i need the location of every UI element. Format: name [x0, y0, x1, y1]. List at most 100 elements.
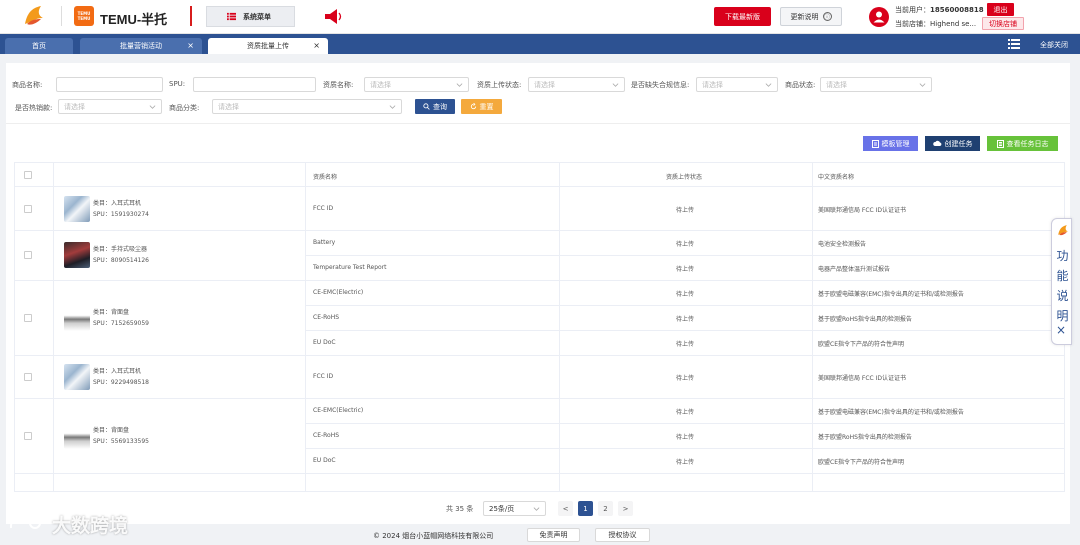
refresh-icon	[470, 103, 476, 110]
user-icon	[873, 11, 885, 23]
file-list-icon	[996, 139, 1004, 148]
product-category: 类目：入耳式耳机	[93, 367, 142, 375]
select-all-checkbox[interactable]	[24, 171, 32, 179]
header-qual-status: 资质上传状态	[666, 174, 703, 181]
qual-status-cell: 待上传	[676, 491, 694, 492]
speaker-icon[interactable]	[323, 8, 343, 25]
download-latest-button[interactable]: 下载最新版	[714, 7, 771, 26]
close-all-tabs-button[interactable]: 全部关闭	[1028, 38, 1080, 51]
update-notes-button[interactable]: 更新说明 ⓘ	[780, 7, 842, 26]
license-button[interactable]: 授权协议	[595, 528, 650, 542]
product-name-input[interactable]	[56, 77, 163, 92]
qual-cn-name-cell: 欧盟CE指令下产品的符合性声明	[818, 340, 904, 348]
cloud-upload-icon	[932, 140, 941, 146]
close-icon[interactable]: ×	[313, 41, 320, 50]
search-button[interactable]: 查询	[415, 99, 455, 114]
product-status-label: 商品状态:	[785, 81, 816, 89]
product-spu: SPU：7152659059	[93, 319, 149, 327]
qual-name-cell: CE-EMC(Electric)	[313, 491, 363, 492]
qual-name-cell: CE-RoHS	[313, 313, 340, 321]
qual-status-select[interactable]: 请选择	[528, 77, 625, 92]
product-info: 类目：背面盘 SPU：7152659059	[93, 307, 149, 329]
tab-list-icon[interactable]	[1008, 38, 1020, 50]
menu-icon	[227, 12, 236, 21]
next-page-button[interactable]: >	[618, 501, 633, 516]
product-thumbnail	[64, 363, 90, 390]
table-header: 资质名称 资质上传状态 中文资质名称	[15, 163, 1064, 187]
chevron-down-icon	[919, 83, 926, 87]
close-icon[interactable]: ×	[1056, 323, 1066, 337]
tab-qualification-upload[interactable]: 资质批量上传 ×	[208, 38, 328, 54]
qual-name-cell: EU DoC	[313, 456, 336, 464]
product-category: 类目：入耳式耳机	[93, 199, 142, 207]
header-qual-cn-name: 中文资质名称	[818, 174, 855, 181]
qual-status-cell: 待上传	[676, 340, 695, 348]
header-divider	[61, 6, 62, 26]
group-divider	[15, 280, 1064, 281]
row-checkbox[interactable]	[24, 372, 32, 381]
column-divider	[812, 163, 813, 491]
pagination-total: 共 35 条	[446, 505, 474, 513]
create-task-button[interactable]: 创建任务	[925, 136, 980, 151]
row-checkbox[interactable]	[24, 204, 32, 213]
qual-name-cell: EU DoC	[313, 338, 336, 346]
row-checkbox[interactable]	[24, 251, 32, 259]
chevron-down-icon	[765, 83, 772, 87]
qual-status-cell: 待上传	[676, 458, 695, 466]
row-divider	[305, 305, 1064, 306]
qual-status-cell: 待上传	[676, 433, 695, 441]
feature-help-panel[interactable]: 功 能 说 明 ×	[1051, 218, 1072, 345]
missing-info-select[interactable]: 请选择	[696, 77, 778, 92]
current-store: 当前店铺：Highend se...	[895, 20, 977, 28]
page-2-button[interactable]: 2	[598, 501, 613, 516]
product-info: 类目：背面盘 SPU：5569133595	[93, 425, 149, 447]
group-divider	[15, 355, 1064, 356]
qual-cn-name-cell: 电池安全检测报告	[818, 240, 867, 248]
product-thumbnail	[64, 195, 90, 222]
reset-button[interactable]: 重置	[461, 99, 502, 114]
qual-cn-name-cell: 美国联邦通信局 FCC ID认证证书	[818, 374, 907, 382]
view-task-log-button[interactable]: 查看任务日志	[987, 136, 1058, 151]
product-category: 类目：手持式吸尘器	[93, 246, 148, 253]
avatar[interactable]	[869, 7, 889, 27]
switch-store-button[interactable]: 切换店铺	[982, 17, 1024, 30]
tab-batch-marketing[interactable]: 批量营销活动 ×	[80, 38, 202, 54]
system-menu-button[interactable]: 系统菜单	[206, 6, 295, 27]
close-icon[interactable]: ×	[187, 41, 194, 50]
template-manage-button[interactable]: 模板管理	[863, 136, 918, 151]
row-divider	[305, 423, 1064, 424]
prev-page-button[interactable]: <	[558, 501, 573, 516]
page-1-button[interactable]: 1	[578, 501, 593, 516]
row-divider	[305, 330, 1064, 331]
hot-select[interactable]: 请选择	[58, 99, 162, 114]
brand-title: TEMU-半托	[100, 12, 168, 27]
document-icon	[871, 139, 879, 148]
qual-name-cell: FCC ID	[313, 204, 334, 212]
qual-name-select[interactable]: 请选择	[364, 77, 469, 92]
column-divider	[559, 163, 560, 491]
row-checkbox[interactable]	[24, 431, 32, 440]
chevron-down-icon	[389, 105, 396, 109]
qual-name-cell: Temperature Test Report	[313, 263, 387, 271]
page-size-select[interactable]: 25条/页	[483, 501, 546, 516]
qual-name-cell: CE-RoHS	[313, 431, 340, 439]
qual-status-cell: 待上传	[676, 408, 695, 416]
help-logo-icon	[1058, 225, 1068, 236]
product-status-select[interactable]: 请选择	[820, 77, 932, 92]
update-notes-label: 更新说明	[790, 12, 819, 21]
app-header: TEMU TEMU TEMU-半托 系统菜单 下载最新版 更新说明 ⓘ 当前用户…	[0, 0, 1080, 34]
spu-input[interactable]	[193, 77, 316, 92]
row-checkbox[interactable]	[24, 490, 32, 491]
qual-status-cell: 待上传	[676, 265, 695, 273]
row-checkbox[interactable]	[24, 313, 32, 322]
qual-name-cell: FCC ID	[313, 372, 334, 380]
category-select[interactable]: 请选择	[212, 99, 402, 114]
row-divider	[305, 255, 1064, 256]
tab-home[interactable]: 首页	[5, 38, 73, 54]
disclaimer-button[interactable]: 免责声明	[527, 528, 580, 542]
hot-label: 是否热销款:	[15, 104, 53, 112]
qual-status-cell: 待上传	[676, 315, 695, 323]
product-thumbnail	[64, 422, 90, 449]
qual-cn-name-cell: 电器产品整体温升测试报告	[818, 265, 891, 273]
logout-button[interactable]: 退出	[987, 3, 1014, 16]
